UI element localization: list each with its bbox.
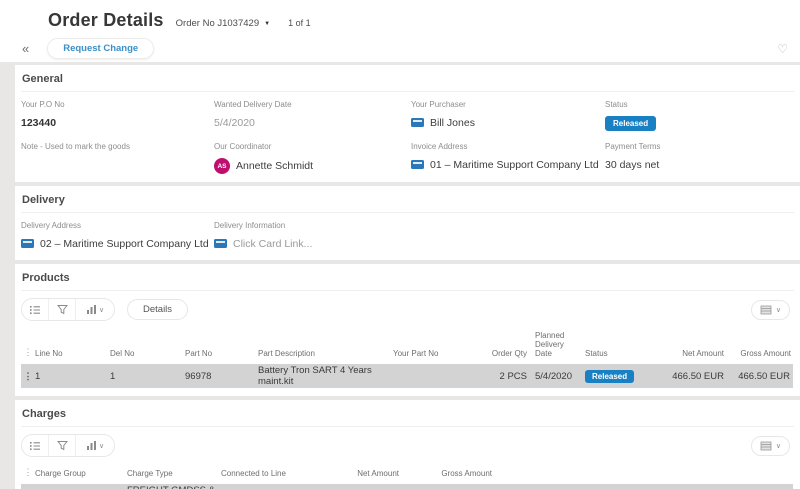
card-link-icon (411, 118, 424, 127)
products-section: Products ∨ Details ∨ ⋮ Line No Del No Pa… (15, 264, 800, 396)
chevron-down-icon: ∨ (98, 442, 105, 450)
delivery-information-label: Delivery Information (214, 221, 286, 230)
po-no-label: Your P.O No (21, 100, 65, 109)
invoice-address-value[interactable]: 01 – Maritime Support Company Ltd (411, 158, 605, 171)
col-header-order-qty[interactable]: Order Qty (444, 349, 527, 358)
record-pagination: 1 of 1 (288, 18, 311, 28)
col-header-gross-amount[interactable]: Gross Amount (724, 349, 794, 358)
delivery-information-value[interactable]: Click Card Link... (214, 237, 411, 250)
filter-icon[interactable] (49, 299, 76, 320)
kebab-menu-icon[interactable]: ⋮ (21, 347, 35, 358)
wanted-delivery-date-value: 5/4/2020 (214, 116, 255, 129)
col-header-part-description[interactable]: Part Description (258, 349, 393, 358)
purchaser-name: Bill Jones (430, 116, 475, 129)
our-coordinator-label: Our Coordinator (214, 142, 272, 151)
page-title: Order Details (48, 10, 164, 30)
col-header-charge-type[interactable]: Charge Type (127, 469, 221, 478)
col-header-charge-group[interactable]: Charge Group (35, 469, 127, 478)
delivery-section-title: Delivery (21, 192, 794, 213)
chart-options-button[interactable]: ∨ (76, 435, 114, 456)
order-no-selector[interactable]: Order No J1037429 ▼ (176, 18, 270, 29)
products-grid-toolbar: ∨ (21, 298, 115, 321)
general-section-title: General (21, 71, 794, 92)
payment-terms-value: 30 days net (605, 158, 660, 171)
page-content: General Your P.O No 123440 Wanted Delive… (0, 62, 800, 489)
charges-table-header: ⋮ Charge Group Charge Type Connected to … (21, 457, 794, 484)
col-header-planned-delivery-date[interactable]: Planned Delivery Date (535, 331, 579, 358)
chevron-down-icon: ∨ (775, 306, 781, 314)
invoice-address-text: 01 – Maritime Support Company Ltd (430, 158, 599, 171)
charges-view-options-button[interactable]: ∨ (750, 435, 790, 456)
charges-table-row[interactable]: ⋮ Freight FREIGHT GMDSS & AIS 1 - 1 39.1… (21, 484, 793, 489)
cell-order-qty: 2 PCS (499, 370, 527, 382)
delivery-address-value[interactable]: 02 – Maritime Support Company Ltd (21, 237, 214, 250)
your-purchaser-label: Your Purchaser (411, 100, 466, 109)
invoice-address-label: Invoice Address (411, 142, 468, 151)
charges-section-title: Charges (21, 406, 794, 427)
kebab-menu-icon[interactable]: ⋮ (21, 467, 35, 478)
products-section-title: Products (21, 270, 794, 291)
charges-grid-toolbar: ∨ (21, 434, 115, 457)
col-header-your-part-no[interactable]: Your Part No (393, 349, 444, 358)
caret-down-icon: ▼ (264, 20, 271, 27)
our-coordinator-value[interactable]: AS Annette Schmidt (214, 158, 411, 174)
col-header-net-amount[interactable]: Net Amount (647, 349, 724, 358)
col-header-status[interactable]: Status (579, 349, 647, 358)
delivery-section: Delivery Delivery Address 02 – Maritime … (15, 186, 800, 260)
cell-net-amount: 466.50 EUR (672, 370, 724, 382)
row-kebab-menu-icon[interactable]: ⋮ (21, 371, 35, 382)
card-link-icon (21, 239, 34, 248)
order-no-label: Order No J1037429 (175, 18, 260, 29)
cell-line-no: 1 (35, 370, 41, 382)
status-label: Status (605, 100, 628, 109)
cell-part-description: Battery Tron SART 4 Years maint.kit (258, 365, 372, 387)
multi-select-list-icon[interactable] (22, 435, 49, 456)
col-header-del-no[interactable]: Del No (110, 349, 185, 358)
card-link-icon (214, 239, 227, 248)
status-value: Released (605, 116, 794, 131)
note-value (21, 158, 214, 171)
details-button[interactable]: Details (127, 299, 189, 320)
status-badge: Released (605, 116, 657, 131)
cell-status: Released (579, 369, 647, 383)
cell-del-no: 1 (110, 370, 116, 382)
collapse-left-icon[interactable]: « (18, 41, 33, 56)
products-table-header: ⋮ Line No Del No Part No Part Descriptio… (21, 321, 794, 364)
request-change-button[interactable]: Request Change (47, 38, 155, 59)
chart-options-button[interactable]: ∨ (76, 299, 114, 320)
cell-charge-type: FREIGHT GMDSS & AIS (127, 485, 221, 489)
delivery-address-label: Delivery Address (21, 221, 82, 230)
wanted-delivery-date-label: Wanted Delivery Date (214, 100, 292, 109)
chevron-down-icon: ∨ (98, 306, 105, 314)
coordinator-avatar: AS (214, 158, 230, 174)
col-header-gross-amount[interactable]: Gross Amount (399, 469, 492, 478)
cell-gross-amount: 466.50 EUR (738, 370, 790, 382)
col-header-line-no[interactable]: Line No (35, 349, 110, 358)
payment-terms-label: Payment Terms (605, 142, 661, 151)
col-header-net-amount[interactable]: Net Amount (329, 469, 399, 478)
delivery-address-text: 02 – Maritime Support Company Ltd (40, 237, 209, 250)
multi-select-list-icon[interactable] (22, 299, 49, 320)
col-header-connected-to-line[interactable]: Connected to Line (221, 469, 329, 478)
products-view-options-button[interactable]: ∨ (750, 299, 790, 320)
card-link-icon (411, 160, 424, 169)
col-header-part-no[interactable]: Part No (185, 349, 258, 358)
status-badge: Released (585, 369, 635, 383)
delivery-information-text: Click Card Link... (233, 237, 313, 250)
cell-part-no: 96978 (185, 370, 212, 382)
your-purchaser-value[interactable]: Bill Jones (411, 116, 605, 129)
coordinator-name: Annette Schmidt (236, 160, 314, 172)
charges-section: Charges ∨ ∨ ⋮ Charge Group Charge Type C… (15, 400, 800, 489)
general-section: General Your P.O No 123440 Wanted Delive… (15, 65, 800, 182)
favorite-heart-icon[interactable]: ♡ (777, 42, 788, 56)
chevron-down-icon: ∨ (775, 442, 781, 450)
page-header: Order Details Order No J1037429 ▼ 1 of 1… (0, 0, 800, 62)
cell-planned-delivery-date: 5/4/2020 (535, 370, 572, 382)
products-table-row[interactable]: ⋮ 1 1 96978 Battery Tron SART 4 Years ma… (21, 364, 793, 388)
filter-icon[interactable] (49, 435, 76, 456)
note-label: Note - Used to mark the goods (21, 142, 130, 151)
po-no-value: 123440 (21, 116, 57, 129)
